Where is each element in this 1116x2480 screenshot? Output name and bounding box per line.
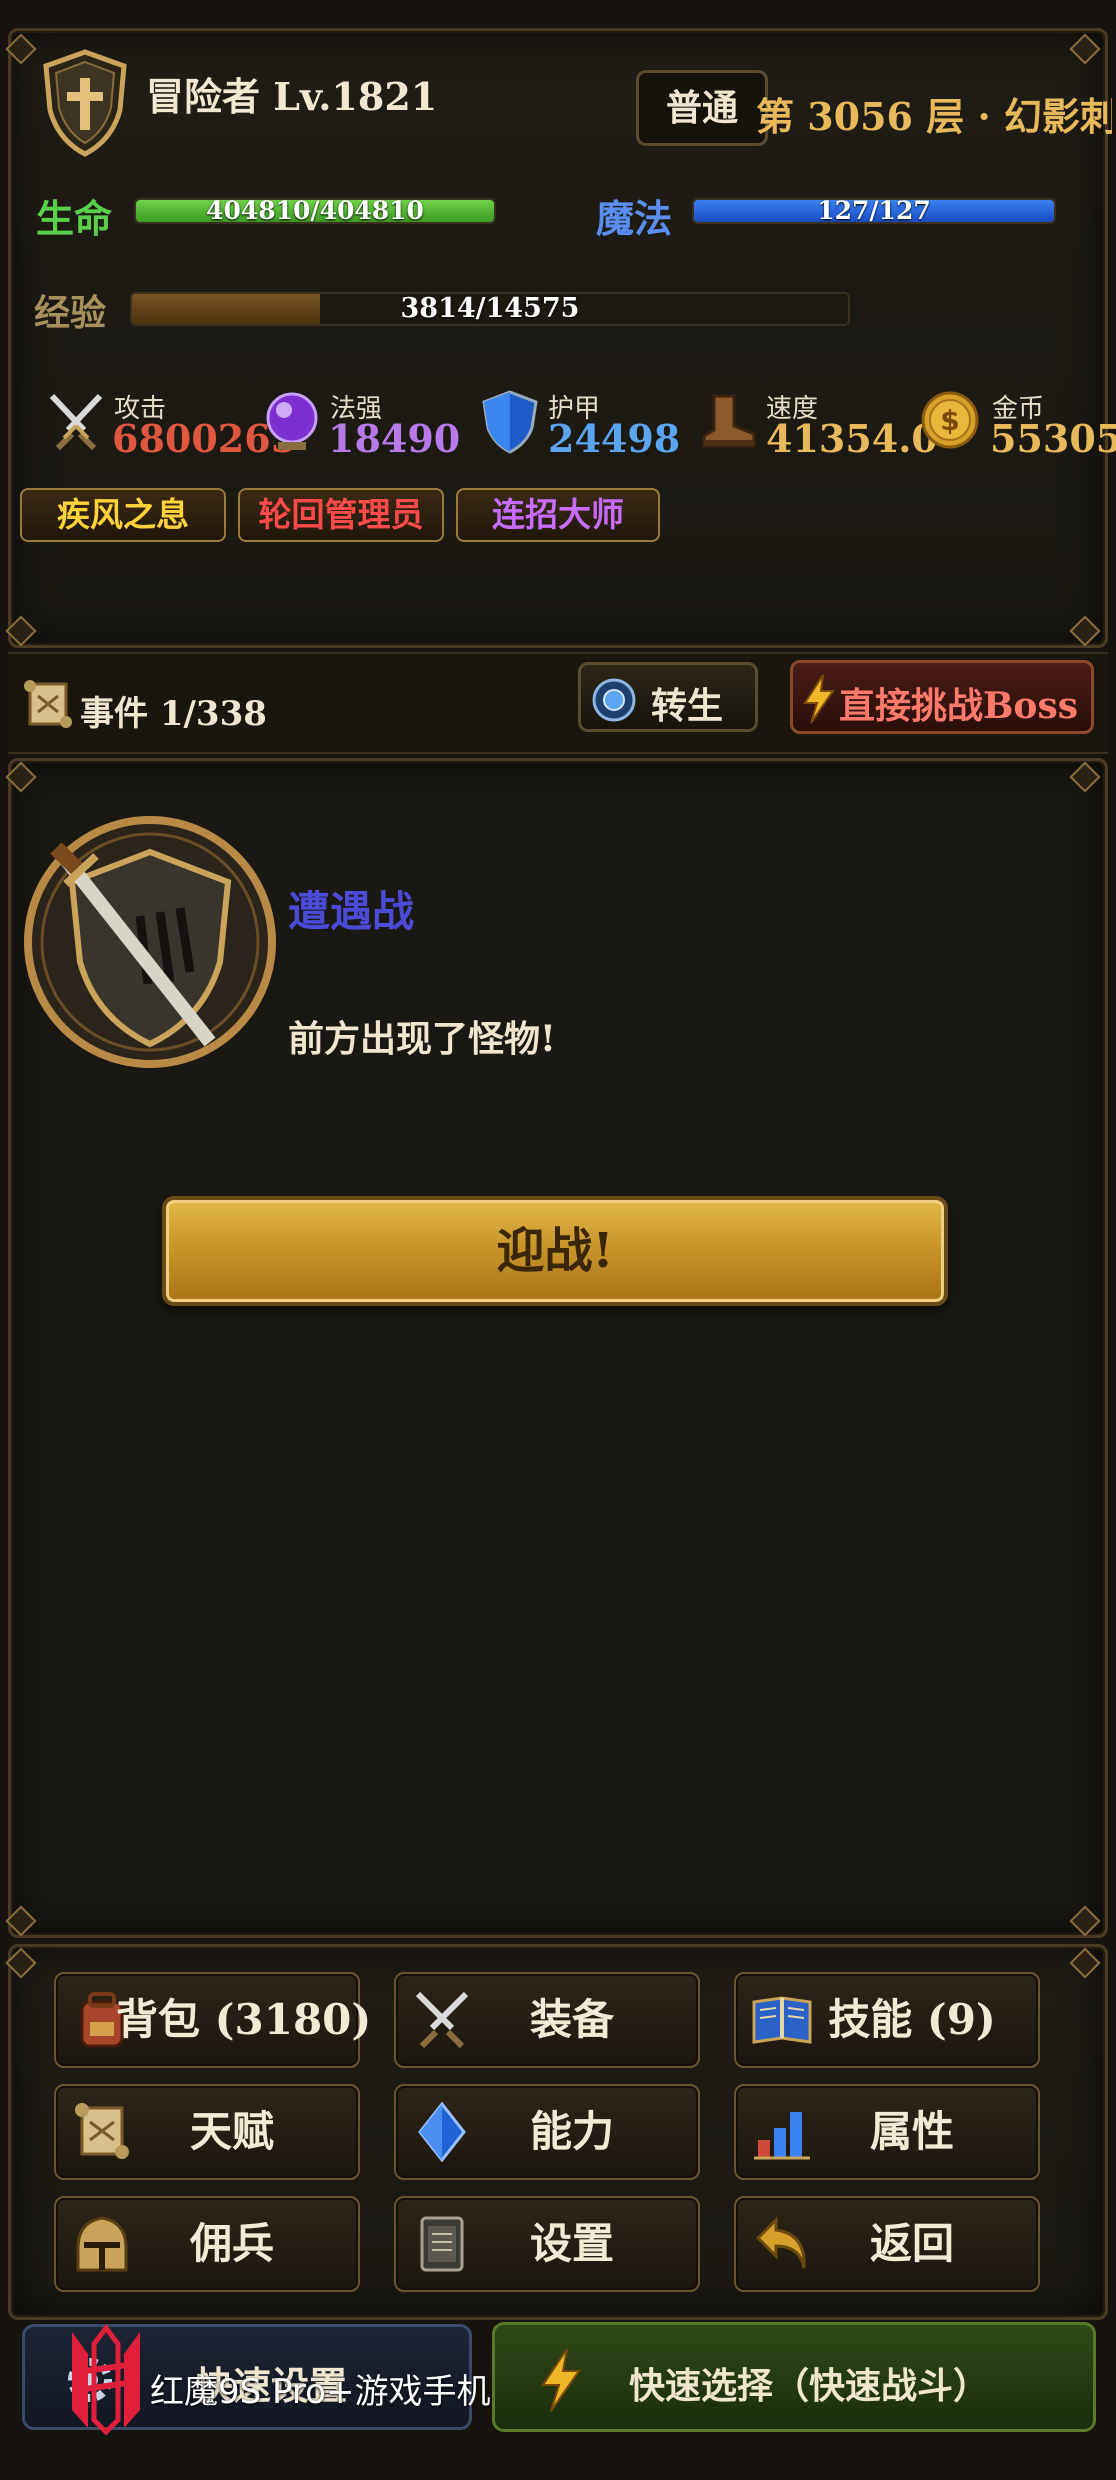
redmagic-logo (72, 2324, 140, 2436)
player-name-level: 冒险者 Lv.1821 (146, 74, 438, 119)
floor-label: 第 3056 层 · 幻影刺客 (756, 94, 1112, 139)
lightning-icon (803, 674, 835, 724)
rebirth-button[interactable]: 转生 (578, 662, 758, 732)
mp-bar: 127/127 (692, 198, 1056, 224)
blue-shield-icon (482, 390, 538, 454)
menu-button-label: 技能 (9) (828, 1995, 996, 2044)
quick-select-label: 快速选择（快速战斗） (629, 2365, 990, 2407)
scroll-icon (24, 680, 72, 728)
class-shield-icon (43, 49, 127, 157)
stat-speed-value: 41354.0 (766, 416, 938, 461)
stat-magic-power-value: 18490 (328, 416, 461, 461)
menu-button-label: 佣兵 (189, 2219, 274, 2268)
event-counter: 事件 1/338 (80, 694, 267, 734)
encounter-shield-dagger-icon (24, 816, 276, 1068)
menu-button-talents[interactable]: 天赋 (54, 2084, 360, 2180)
hp-label: 生命 (36, 196, 113, 241)
svg-text:$: $ (940, 404, 959, 437)
purple-orb-icon (266, 392, 318, 450)
menu-button-backpack[interactable]: 背包 (3180) (54, 1972, 372, 2068)
title-badge-combo-master[interactable]: 连招大师 (456, 488, 660, 542)
stat-gold-value: 553053 (990, 416, 1116, 461)
menu-button-back[interactable]: 返回 (734, 2196, 1040, 2292)
menu-button-label: 属性 (869, 2107, 954, 2156)
menu-button-skills[interactable]: 技能 (9) (734, 1972, 1040, 2068)
exp-label: 经验 (34, 292, 107, 334)
menu-button-equipment[interactable]: 装备 (394, 1972, 700, 2068)
menu-button-settings[interactable]: 设置 (394, 2196, 700, 2292)
menu-button-abilities[interactable]: 能力 (394, 2084, 700, 2180)
menu-button-label: 返回 (869, 2219, 954, 2268)
watermark-text: 红魔9S Pro+游戏手机 (150, 2372, 491, 2412)
title-badge-wind[interactable]: 疾风之息 (20, 488, 226, 542)
hp-bar: 404810/404810 (134, 198, 496, 224)
mp-value: 127/127 (817, 198, 931, 224)
challenge-boss-button[interactable]: 直接挑战Boss (790, 660, 1094, 734)
encounter-description: 前方出现了怪物! (288, 1018, 556, 1060)
menu-button-attributes[interactable]: 属性 (734, 2084, 1040, 2180)
stat-armor-value: 24498 (548, 416, 681, 461)
exp-value: 3814/14575 (400, 293, 580, 324)
menu-button-label: 背包 (3180) (116, 1995, 372, 2044)
lightning-icon (541, 2348, 581, 2412)
menu-button-mercenaries[interactable]: 佣兵 (54, 2196, 360, 2292)
mode-label: 普通 (665, 87, 738, 129)
menu-button-label: 天赋 (189, 2107, 274, 2156)
menu-button-label: 装备 (529, 1995, 614, 2044)
mp-label: 魔法 (596, 196, 673, 241)
fight-button[interactable]: 迎战! (162, 1196, 948, 1306)
encounter-title: 遭遇战 (288, 887, 415, 936)
hp-value: 404810/404810 (206, 198, 424, 224)
menu-button-label: 设置 (529, 2219, 614, 2268)
quick-select-button[interactable]: 快速选择（快速战斗） (492, 2322, 1096, 2432)
rebirth-label: 转生 (651, 685, 724, 727)
rebirth-portal-icon (592, 678, 636, 722)
gold-coin-icon: $ (921, 391, 979, 449)
exp-bar: 3814/14575 (130, 292, 850, 326)
crossed-swords-icon (49, 393, 103, 451)
fight-label: 迎战! (496, 1223, 614, 1279)
challenge-boss-label: 直接挑战Boss (839, 685, 1078, 727)
boot-icon (702, 394, 756, 448)
menu-button-label: 能力 (529, 2107, 614, 2156)
title-badge-reincarnation-admin[interactable]: 轮回管理员 (238, 488, 444, 542)
